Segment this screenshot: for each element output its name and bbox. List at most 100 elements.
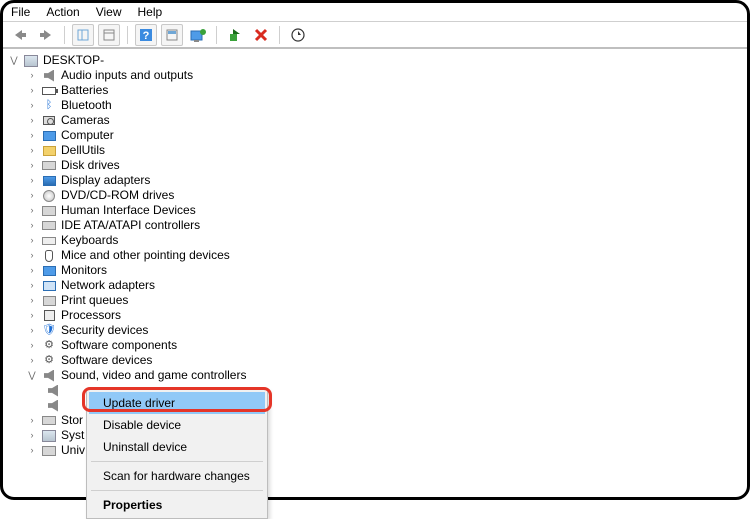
tree-label: Network adapters xyxy=(61,278,155,293)
storage-icon xyxy=(41,414,57,428)
tree-category[interactable]: ›DellUtils xyxy=(9,143,747,158)
tree-label: Mice and other pointing devices xyxy=(61,248,230,263)
menu-help[interactable]: Help xyxy=(138,5,163,19)
show-hide-tree-button[interactable] xyxy=(72,24,94,46)
tree-category[interactable]: › Keyboards xyxy=(9,233,747,248)
expand-icon[interactable]: › xyxy=(27,188,37,203)
software-component-icon: ⚙ xyxy=(41,339,57,353)
tree-label: DVD/CD-ROM drives xyxy=(61,188,174,203)
properties-button[interactable] xyxy=(98,24,120,46)
expand-icon[interactable]: › xyxy=(27,278,37,293)
tree-category[interactable]: › Mice and other pointing devices xyxy=(9,248,747,263)
tree-category[interactable]: › DVD/CD-ROM drives xyxy=(9,188,747,203)
folder-icon xyxy=(41,144,57,158)
context-menu-properties[interactable]: Properties xyxy=(89,494,265,516)
expand-icon[interactable]: ⋁ xyxy=(9,53,19,68)
expand-icon[interactable]: › xyxy=(27,218,37,233)
monitor-icon xyxy=(41,264,57,278)
ide-controller-icon xyxy=(41,219,57,233)
computer-icon xyxy=(23,54,39,68)
tree-label: Stor xyxy=(61,413,83,428)
expand-icon[interactable]: › xyxy=(27,413,37,428)
tree-category[interactable]: ›Monitors xyxy=(9,263,747,278)
context-menu-disable-device[interactable]: Disable device xyxy=(89,414,265,436)
tree-category[interactable]: › Audio inputs and outputs xyxy=(9,68,747,83)
back-button[interactable] xyxy=(9,24,31,46)
disk-drive-icon xyxy=(41,159,57,173)
menu-action[interactable]: Action xyxy=(46,5,79,19)
expand-icon[interactable]: › xyxy=(27,203,37,218)
tree-category[interactable]: › Computer xyxy=(9,128,747,143)
tree-label: Computer xyxy=(61,128,114,143)
expand-icon[interactable]: › xyxy=(27,233,37,248)
uninstall-device-button[interactable] xyxy=(250,24,272,46)
bluetooth-icon: ᛒ xyxy=(41,99,57,113)
tree-label: Bluetooth xyxy=(61,98,112,113)
expand-icon[interactable]: › xyxy=(27,308,37,323)
toolbar-separator xyxy=(127,26,128,44)
help-button[interactable]: ? xyxy=(135,24,157,46)
expand-icon[interactable]: › xyxy=(27,263,37,278)
update-driver-button[interactable] xyxy=(187,24,209,46)
tree-label: Univ xyxy=(61,443,85,458)
tree-category[interactable]: ›⚙Software devices xyxy=(9,353,747,368)
tree-category[interactable]: ›IDE ATA/ATAPI controllers xyxy=(9,218,747,233)
processor-icon xyxy=(41,309,57,323)
expand-icon[interactable]: › xyxy=(27,323,37,338)
hid-icon xyxy=(41,204,57,218)
tree-category[interactable]: ›Batteries xyxy=(9,83,747,98)
cd-rom-icon xyxy=(41,189,57,203)
expand-icon[interactable]: › xyxy=(27,68,37,83)
enable-device-button[interactable] xyxy=(224,24,246,46)
tree-label: Audio inputs and outputs xyxy=(61,68,193,83)
expand-icon[interactable]: › xyxy=(27,248,37,263)
tree-category[interactable]: › ᛒ Bluetooth xyxy=(9,98,747,113)
toolbar-separator xyxy=(216,26,217,44)
expand-icon[interactable]: › xyxy=(27,158,37,173)
tree-category[interactable]: › ⚙ Software components xyxy=(9,338,747,353)
tree-category[interactable]: ›Print queues xyxy=(9,293,747,308)
forward-button[interactable] xyxy=(35,24,57,46)
expand-icon[interactable]: › xyxy=(27,293,37,308)
camera-icon xyxy=(41,114,57,128)
context-menu-uninstall-device[interactable]: Uninstall device xyxy=(89,436,265,458)
expand-icon[interactable]: › xyxy=(27,338,37,353)
expand-icon[interactable]: › xyxy=(27,173,37,188)
scan-hardware-button[interactable] xyxy=(287,24,309,46)
expand-icon[interactable]: › xyxy=(27,428,37,443)
tree-category[interactable]: ›Disk drives xyxy=(9,158,747,173)
context-menu-scan-hardware[interactable]: Scan for hardware changes xyxy=(89,465,265,487)
expand-icon[interactable]: › xyxy=(27,113,37,128)
tree-category[interactable]: › Display adapters xyxy=(9,173,747,188)
expand-icon[interactable]: › xyxy=(27,353,37,368)
menu-file[interactable]: File xyxy=(11,5,30,19)
tree-root[interactable]: ⋁ DESKTOP- xyxy=(9,53,747,68)
tree-label: Display adapters xyxy=(61,173,150,188)
tree-category[interactable]: ›Processors xyxy=(9,308,747,323)
tree-label: Keyboards xyxy=(61,233,118,248)
expand-icon[interactable]: › xyxy=(27,143,37,158)
expand-icon[interactable]: › xyxy=(27,443,37,458)
tree-category[interactable]: › Network adapters xyxy=(9,278,747,293)
context-menu-update-driver[interactable]: Update driver xyxy=(89,392,265,414)
tree-category[interactable]: ›Cameras xyxy=(9,113,747,128)
speaker-icon xyxy=(45,399,61,413)
display-adapter-icon xyxy=(41,174,57,188)
tree-label: Software components xyxy=(61,338,177,353)
speaker-icon xyxy=(41,369,57,383)
tree-category[interactable]: ›Human Interface Devices xyxy=(9,203,747,218)
expand-icon[interactable]: › xyxy=(27,83,37,98)
tree-label: Software devices xyxy=(61,353,152,368)
context-menu-separator xyxy=(91,461,263,462)
collapse-icon[interactable]: ⋁ xyxy=(27,368,37,383)
tree-category[interactable]: › 🛡 Security devices xyxy=(9,323,747,338)
speaker-icon xyxy=(41,69,57,83)
tree-category-sound[interactable]: ⋁Sound, video and game controllers xyxy=(9,368,747,383)
expand-icon[interactable]: › xyxy=(27,98,37,113)
action-pane-button[interactable] xyxy=(161,24,183,46)
menu-view[interactable]: View xyxy=(96,5,122,19)
keyboard-icon xyxy=(41,234,57,248)
expand-icon[interactable]: › xyxy=(27,128,37,143)
tree-label: Security devices xyxy=(61,323,148,338)
security-device-icon: 🛡 xyxy=(41,324,57,338)
